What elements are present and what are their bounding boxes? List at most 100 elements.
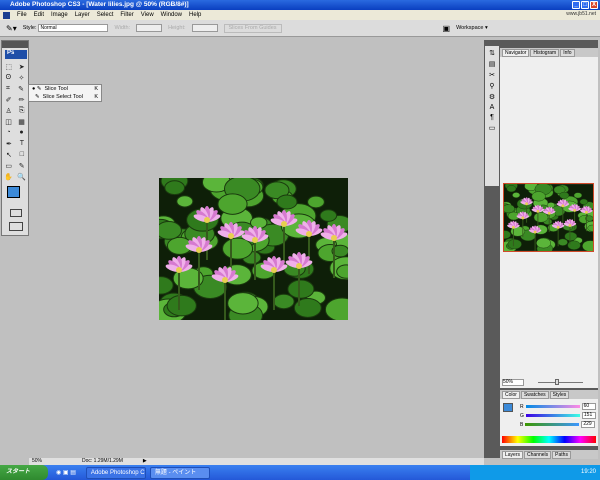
menu-file[interactable]: File [17,12,27,18]
tab-info[interactable]: Info [560,49,575,57]
tool-row: ▭ ✎ [2,160,28,171]
tool-icon[interactable]: ⎘ [19,107,25,115]
green-slider[interactable] [525,414,580,417]
panel-icon[interactable]: ✂ [489,71,495,79]
tab-color[interactable]: Color [502,391,520,399]
close-button[interactable]: X [590,1,598,9]
tool-icon[interactable]: ◫ [5,118,12,126]
tab-navigator[interactable]: Navigator [502,49,530,57]
panel-icon[interactable]: ⚙ [489,93,495,101]
tool-icon[interactable]: ➤ [19,63,25,71]
task-photoshop[interactable]: Adobe Photoshop CS... [85,466,146,479]
tool-row: ♙ ⎘ [2,105,28,116]
tab-channels[interactable]: Channels [524,451,552,459]
tab-styles[interactable]: Styles [549,391,570,399]
status-zoom[interactable]: 50% [32,458,42,465]
tool-icon[interactable]: ↖ [6,151,12,159]
tool-icon[interactable]: ♙ [6,107,12,115]
tool-row: ◫ ▦ [2,116,28,127]
tool-row: ✋ 🔍 [2,171,28,182]
document-image-water-lilies[interactable] [159,178,348,320]
slice-tool-flyout: ● ✎ Slice Tool K ✎ Slice Select Tool K [28,84,102,102]
tool-row: ⬚ ➤ [2,61,28,72]
tool-icon[interactable]: T [20,140,24,147]
menu-filter[interactable]: Filter [120,12,133,18]
red-value[interactable]: 60 [581,403,596,410]
tool-icon[interactable]: ⌗ [6,85,10,93]
red-slider[interactable] [525,405,580,408]
height-field[interactable] [191,24,218,32]
flyout-shortcut: K [94,86,98,92]
tool-icon[interactable]: □ [20,151,24,158]
tool-icon[interactable]: ✧ [18,74,24,82]
tool-row: ✒ T [2,138,28,149]
flyout-item-slice-select-tool[interactable]: ✎ Slice Select Tool K [29,93,101,101]
tool-icon[interactable]: ● [19,129,23,136]
maximize-button[interactable]: □ [581,1,589,9]
channel-label: R [520,403,524,410]
layers-panel: Layers Channels Paths [500,450,598,459]
status-menu-arrow[interactable]: ▶ [143,458,147,465]
navigator-zoom-field[interactable]: 50% [502,379,524,386]
menu-view[interactable]: View [141,12,154,18]
tool-icon[interactable]: ✎ [19,162,25,170]
tool-icon[interactable]: ✐ [6,96,12,104]
watermark: www.jb51.net [565,11,597,18]
navigator-zoom-handle[interactable] [555,379,559,385]
flyout-shortcut: K [94,94,98,100]
status-doc-size[interactable]: Doc: 1.29M/1.29M [82,458,123,465]
tool-icon[interactable]: ✋ [4,173,13,181]
layers-tabs: Layers Channels Paths [500,450,598,459]
menu-edit[interactable]: Edit [34,12,44,18]
blue-slider[interactable] [525,423,580,426]
tool-icon[interactable]: ✏ [19,96,25,104]
task-paint[interactable]: 無題 - ペイント [149,466,210,479]
tool-icon[interactable]: ʘ [6,74,11,81]
tool-icon[interactable]: ✒ [6,140,12,148]
panel-icon[interactable]: ▭ [489,124,496,132]
tool-icon[interactable]: ◔ [6,129,10,136]
tool-icon[interactable]: ⬚ [5,63,12,71]
navigator-thumbnail[interactable] [503,183,594,252]
width-field[interactable] [136,24,163,32]
menu-image[interactable]: Image [51,12,68,18]
tool-icon[interactable]: 🔍 [17,173,26,181]
quicklaunch-icons[interactable]: ◉ ▣ ▤ [56,469,76,476]
tool-icon[interactable]: ✎ [18,85,24,93]
bridge-icon[interactable]: ▣ [443,24,451,33]
tab-layers[interactable]: Layers [502,451,524,459]
panel-icon[interactable]: ▤ [489,60,496,68]
menu-window[interactable]: Window [161,12,182,18]
toolbox-header[interactable] [2,41,28,48]
tool-icon[interactable]: ▦ [18,118,25,126]
screen-mode-icon[interactable] [9,222,23,231]
panel-icon[interactable]: ¶ [490,114,494,121]
tab-swatches[interactable]: Swatches [520,391,549,399]
navigator-zoom-slider[interactable] [538,382,583,383]
foreground-color-swatch[interactable] [7,186,20,198]
panel-icon[interactable]: ⇅ [489,49,495,57]
panel-icon[interactable]: ⚲ [489,82,494,90]
blue-value[interactable]: 229 [581,421,596,428]
menu-select[interactable]: Select [97,12,114,18]
tab-paths[interactable]: Paths [552,451,571,459]
quick-mask-icon[interactable] [10,209,22,217]
start-button[interactable]: スタート [0,465,48,480]
workspace-button[interactable]: Workspace ▾ [456,25,488,31]
style-label: Style: [22,25,37,31]
green-value[interactable]: 151 [581,412,596,419]
tool-icon[interactable]: ▭ [5,162,12,170]
tab-histogram[interactable]: Histogram [530,49,560,57]
app-icon [3,11,10,19]
menu-layer[interactable]: Layer [75,12,90,18]
minimize-button[interactable]: _ [572,1,580,9]
channel-label: B [520,421,524,428]
slices-from-guides-button[interactable]: Slices From Guides [223,23,282,33]
menu-help[interactable]: Help [189,12,201,18]
color-panel-foreground[interactable] [503,403,513,412]
flyout-item-slice-tool[interactable]: ● ✎ Slice Tool K [29,85,101,93]
slice-tool-preset-icon[interactable]: ✎▾ [6,24,17,33]
panel-icon[interactable]: A [490,104,495,111]
color-spectrum-bar[interactable] [502,436,596,443]
style-select[interactable]: Normal [38,24,109,32]
